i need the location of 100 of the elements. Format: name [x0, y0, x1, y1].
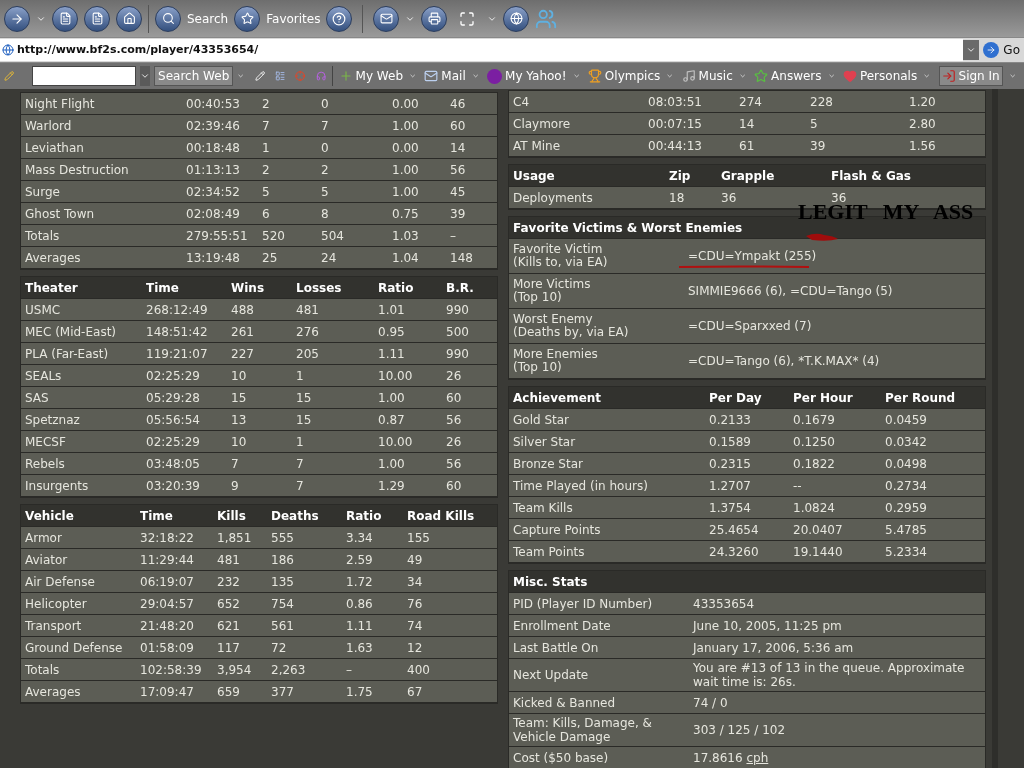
caret-icon[interactable]: [572, 71, 580, 81]
column-header: Ratio: [377, 279, 415, 297]
table-cell-text: 00:44:13: [647, 137, 703, 155]
table-cell-text: 02:08:49: [185, 205, 241, 223]
dropdown-button[interactable]: [963, 40, 980, 60]
table-cell-text: Transport: [24, 617, 83, 635]
people-icon[interactable]: [535, 7, 558, 30]
table-cell-text: AT Mine: [512, 137, 562, 155]
favorites-button[interactable]: Favorites: [266, 9, 321, 28]
mail-icon[interactable]: [373, 5, 400, 32]
caret-icon[interactable]: [827, 71, 835, 81]
table-cell-text: =CDU=Tango (6), *T.K.MAX* (4): [687, 353, 880, 370]
table-cell-text: 14: [738, 115, 756, 133]
column-header: Ratio: [345, 507, 383, 525]
column-header: Achievement: [512, 389, 603, 407]
column-header: Deaths: [270, 507, 320, 525]
highlighter-icon[interactable]: [254, 69, 265, 83]
toolbar-menu-item[interactable]: Mail: [424, 67, 466, 85]
column-header: Per Day: [708, 389, 763, 407]
table-cell-text: 0: [320, 139, 330, 157]
column-header: Road Kills: [406, 507, 476, 525]
table-cell-text: Enrollment Date: [512, 618, 612, 633]
caret-icon[interactable]: [409, 71, 417, 81]
table-cell-text: 232: [216, 573, 241, 591]
forward-icon[interactable]: [4, 5, 30, 32]
caret-icon[interactable]: [237, 71, 245, 81]
table-cell-text: 36: [720, 189, 738, 207]
table-cell-text: Silver Star: [512, 433, 577, 451]
pencil-icon[interactable]: [4, 69, 15, 83]
table-cell-text: C4: [512, 93, 530, 111]
toolbar-menu-item[interactable]: My Web: [338, 67, 403, 85]
table-cell-text: 400: [406, 661, 431, 679]
search-web-button[interactable]: Search Web: [154, 66, 234, 86]
table-cell-text: 555: [270, 529, 295, 547]
table-cell-text: 1.75: [345, 683, 374, 701]
table-cell-text: 659: [216, 683, 241, 701]
table-cell-text: 0.1679: [792, 411, 836, 429]
table-cell-text: 652: [216, 595, 241, 613]
table-cell-text: Time Played (in hours): [512, 477, 649, 495]
table-cell-text: You are #13 of 13 in the queue. Approximate wait time is: 26s.: [692, 661, 966, 689]
table-cell-text: Next Update: [512, 668, 590, 682]
layout-icon[interactable]: [274, 69, 286, 83]
go-button[interactable]: Go: [999, 41, 1024, 59]
table-cell-text: 17.8616 cph: [692, 750, 770, 765]
dropdown-button[interactable]: [139, 66, 151, 86]
favorites-icon[interactable]: [234, 5, 261, 32]
table-cell-text: 2: [320, 161, 330, 179]
table-cell-text: 148:51:42: [145, 323, 209, 341]
toolbar-menu-item[interactable]: Olympics: [587, 67, 661, 85]
table-cell-text: SEALs: [24, 367, 63, 385]
printer-icon[interactable]: [421, 5, 448, 32]
column-header: Time: [139, 507, 174, 525]
address-field[interactable]: http://www.bf2s.com/player/43353654/: [0, 39, 964, 61]
column-header: Usage: [512, 167, 556, 185]
annotation-scribble: [804, 232, 840, 242]
fullscreen-icon[interactable]: [459, 10, 476, 27]
cph-link[interactable]: cph: [746, 750, 769, 765]
table-cell-text: 7: [320, 117, 330, 135]
table-cell-text: 20.0407: [792, 521, 844, 539]
table-cell-text: 15: [230, 389, 248, 407]
toolbar-menu-item[interactable]: Personals: [842, 67, 918, 85]
table-cell-text: 25: [261, 249, 279, 267]
toolbar-menu-item[interactable]: My Yahoo!: [487, 67, 567, 85]
caret-icon[interactable]: [738, 71, 747, 81]
table-cell-text: 102:58:39: [139, 661, 203, 679]
table-cell-text: 7: [295, 455, 305, 473]
table-cell-text: 520: [261, 227, 286, 245]
table-cell-text: 19.1440: [792, 543, 844, 561]
caret-icon[interactable]: [923, 71, 931, 81]
table-cell-text: 0: [320, 95, 330, 113]
table-cell-text: 12: [406, 639, 424, 657]
table-cell-text: 25.4654: [708, 521, 760, 539]
search-button[interactable]: Search: [187, 9, 229, 28]
caret-icon[interactable]: [1008, 71, 1017, 81]
table-cell-text: 3.34: [345, 529, 374, 547]
caret-icon[interactable]: [471, 71, 480, 81]
table-cell-text: 5: [261, 183, 271, 201]
table-cell-text: 279:55:51: [185, 227, 249, 245]
globe-icon[interactable]: [503, 5, 530, 32]
caret-icon[interactable]: [666, 71, 674, 81]
home-icon[interactable]: [116, 5, 142, 32]
sign-in-icon: [941, 69, 956, 83]
table-cell-text: 03:48:05: [145, 455, 201, 473]
toolbar-menu-item[interactable]: Answers: [754, 67, 822, 85]
table-cell-text: 1.63: [345, 639, 374, 657]
table-cell-text: 155: [406, 529, 431, 547]
url-text: http://www.bf2s.com/player/43353654/: [17, 41, 259, 58]
go-icon[interactable]: [983, 42, 1000, 58]
table-cell-text: 9: [230, 477, 240, 495]
sign-in-button[interactable]: Sign In: [938, 66, 1003, 86]
table-cell-text: 1.04: [391, 249, 420, 267]
search-field[interactable]: [32, 66, 136, 86]
table-cell-text: 15: [295, 389, 313, 407]
help-icon[interactable]: [326, 5, 353, 32]
search-icon[interactable]: [155, 5, 181, 32]
table-cell-text: 60: [445, 477, 463, 495]
toolbar-menu-item[interactable]: Music: [681, 67, 733, 85]
table-cell-text: 02:34:52: [185, 183, 241, 201]
table-cell-text: 0.00: [391, 139, 420, 157]
table-cell-text: Ghost Town: [24, 205, 96, 223]
